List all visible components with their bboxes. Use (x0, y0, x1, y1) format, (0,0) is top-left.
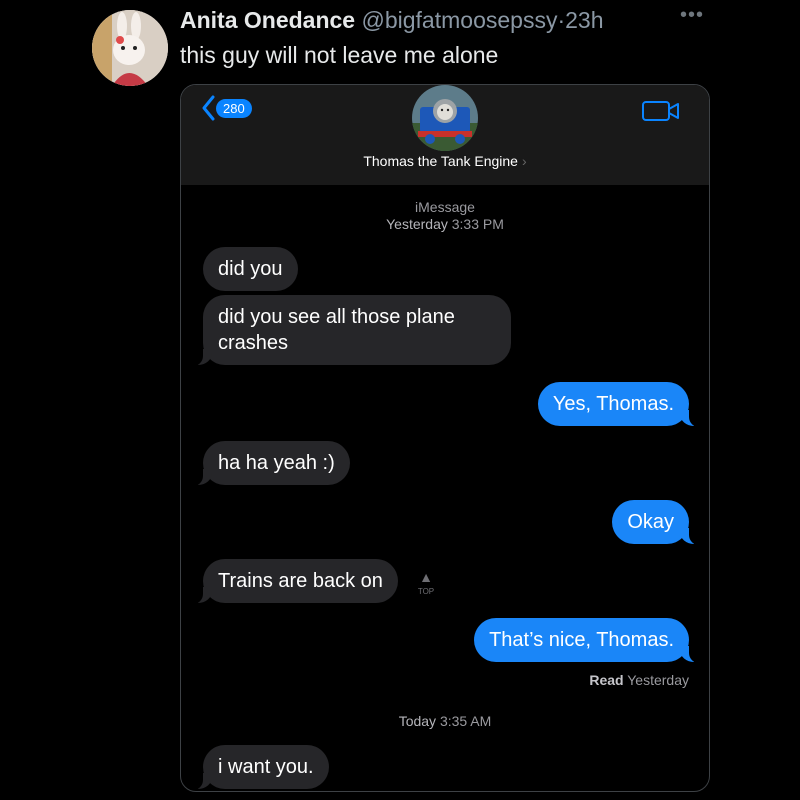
tweet-header: Anita Onedance @bigfatmoosepssy·23h (180, 7, 604, 34)
read-label: Read (589, 672, 624, 688)
message-bubble-incoming[interactable]: ha ha yeah :) (193, 441, 350, 486)
video-call-button[interactable] (641, 99, 681, 128)
video-camera-icon (642, 101, 679, 121)
scroll-to-top-button[interactable]: ▲ TOP (414, 569, 438, 596)
conversation-timestamp-today: Today 3:35 AM (181, 713, 709, 730)
chevron-right-icon: › (521, 153, 527, 169)
message-bubble-incoming[interactable]: Trains are back on (193, 559, 398, 604)
separator: · (557, 7, 566, 33)
read-receipt: Read Yesterday (589, 672, 689, 688)
read-time: Yesterday (627, 672, 689, 688)
time-label: 3:33 PM (451, 216, 504, 232)
more-horizontal-icon[interactable]: ••• (680, 4, 704, 27)
message-bubble-incoming[interactable]: did you (203, 247, 298, 291)
service-label: iMessage (415, 199, 475, 215)
message-bubble-outgoing[interactable]: Yes, Thomas. (537, 382, 700, 427)
unread-count-badge: 280 (216, 98, 252, 118)
display-name[interactable]: Anita Onedance (180, 7, 355, 33)
message-bubble-incoming[interactable]: did you see all those plane crashes (193, 295, 511, 366)
user-handle[interactable]: @bigfatmoosepssy (362, 7, 558, 33)
day-label: Yesterday (386, 216, 448, 232)
day-label: Today (398, 713, 437, 729)
tweet-time[interactable]: 23h (565, 7, 603, 33)
message-bubble-incoming[interactable]: i want you. (193, 745, 329, 790)
time-label: 3:35 AM (439, 713, 492, 729)
conversation-timestamp-yesterday: iMessage Yesterday 3:33 PM (181, 199, 709, 233)
message-bubble-outgoing[interactable]: That’s nice, Thomas. (474, 618, 699, 663)
chevron-left-icon (202, 95, 215, 121)
tweet-text: this guy will not leave me alone (180, 42, 499, 68)
top-label: TOP (417, 587, 435, 596)
message-bubble-outgoing[interactable]: Okay (612, 500, 699, 545)
user-avatar[interactable] (92, 10, 168, 86)
conversation-header: 280 Thomas the Tank Engine › (181, 85, 709, 185)
tweet-media[interactable]: 280 Thomas the Tank Engine › iMessage Ye… (180, 84, 710, 792)
contact-avatar[interactable] (412, 85, 478, 151)
back-button[interactable]: 280 (201, 95, 252, 121)
arrow-up-icon: ▲ (419, 569, 433, 585)
contact-name[interactable]: Thomas the Tank Engine › (181, 153, 709, 169)
